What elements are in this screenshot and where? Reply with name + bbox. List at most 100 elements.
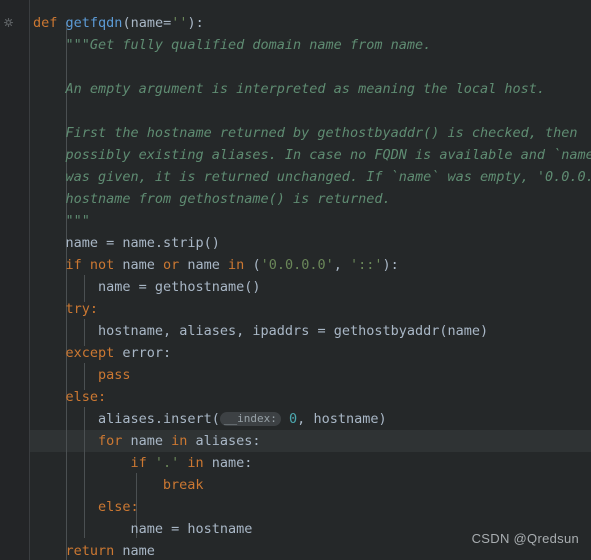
run-gear-icon[interactable] [4,18,13,27]
code-token: in [187,455,212,471]
code-line[interactable]: aliases.insert(__index: 0, hostname) [98,408,387,430]
code-token: '0.0.0.0' [260,257,334,273]
code-line[interactable]: break [163,474,204,496]
code-token: aliases [179,323,237,339]
code-token: error [122,345,164,361]
code-token: name [447,323,481,339]
parameter-hint-inlay: __index: [219,412,281,426]
code-token: , [297,411,314,427]
code-token: name [130,521,172,537]
code-line[interactable]: return name [65,540,154,560]
code-token: ) [480,323,489,339]
code-line[interactable]: if '.' in name: [130,452,252,474]
code-token: name [97,279,139,295]
code-token: = [138,279,155,295]
code-token: or [163,257,188,273]
code-line[interactable]: """Get fully qualified domain name from … [65,34,431,56]
code-token: ): [382,257,399,273]
code-line[interactable]: was given, it is returned unchanged. If … [65,166,591,188]
code-token: ( [439,323,448,339]
code-line[interactable]: First the hostname returned by gethostby… [65,122,577,144]
code-token: gethostbyaddr [333,323,440,339]
code-token: hostname [97,323,163,339]
code-token: ( [211,411,220,427]
code-token: hostname [313,411,379,427]
code-line[interactable]: for name in aliases: [98,430,261,452]
code-token: '.' [154,455,188,471]
code-token: name [187,257,229,273]
code-token: was given, it is returned unchanged. If … [65,169,591,185]
code-token: name [130,433,172,449]
code-token: name [211,455,245,471]
code-token: return [65,543,123,559]
code-token: insert [163,411,212,427]
code-token: ( [122,15,131,31]
code-token: except [65,345,123,361]
code-line[interactable]: """ [65,210,89,232]
code-line[interactable]: An empty argument is interpreted as mean… [65,78,545,100]
code-editor[interactable]: def getfqdn(name=''): """Get fully qualif… [0,0,591,560]
code-line[interactable]: hostname from gethostname() is returned. [65,188,390,210]
code-token: in [228,257,253,273]
code-token: () [203,235,220,251]
code-token: . [154,235,164,251]
code-token: name [122,543,155,559]
watermark-label: CSDN @Qredsun [471,531,579,546]
code-token: gethostname [154,279,245,295]
code-token: () [244,279,261,295]
code-token: """ [65,213,90,229]
code-line[interactable]: except error: [65,342,171,364]
code-line[interactable]: name = name.strip() [65,232,219,254]
code-token: getfqdn [65,15,123,31]
code-token: = [106,235,123,251]
code-content[interactable]: def getfqdn(name=''): """Get fully qualif… [0,0,591,560]
code-line[interactable]: try: [65,298,98,320]
code-token: ) [378,411,387,427]
code-token: ipaddrs [252,323,318,339]
code-token: name [130,15,164,31]
code-token: aliases [97,411,155,427]
code-token: for [97,433,131,449]
code-line[interactable]: possibly existing aliases. In case no FQ… [65,144,591,166]
code-token: ): [187,15,204,31]
code-token: ( [252,257,261,273]
code-token: : [163,345,172,361]
code-token: = [171,521,188,537]
code-token: aliases [195,433,253,449]
code-token: : [252,433,261,449]
code-token: First the hostname returned by gethostby… [65,125,578,141]
code-token: name [122,257,164,273]
code-line[interactable]: name = hostname [130,518,252,540]
code-token: An empty argument is interpreted as mean… [65,81,546,97]
code-token: if [130,455,155,471]
code-token: '::' [350,257,383,273]
code-token: break [162,477,204,493]
code-token: else: [97,499,139,515]
code-token: 0 [280,411,298,427]
editor-gutter[interactable] [0,0,30,560]
code-line[interactable]: hostname, aliases, ipaddrs = gethostbyad… [98,320,488,342]
code-line[interactable]: else: [65,386,106,408]
code-token: , [333,257,350,273]
code-token: """Get fully qualified domain name from … [65,37,432,53]
code-line[interactable]: if not name or name in ('0.0.0.0', '::')… [65,254,398,276]
code-line[interactable]: pass [98,364,131,386]
code-token: . [154,411,163,427]
code-token: in [171,433,196,449]
code-token: else: [65,389,107,405]
code-token: , [236,323,253,339]
code-token: strip [163,235,204,251]
code-line[interactable]: def getfqdn(name=''): [33,12,204,34]
code-token: = [163,15,172,31]
code-token: name [122,235,155,251]
code-token: hostname [187,521,253,537]
code-token: '' [171,15,188,31]
code-line[interactable]: name = gethostname() [98,276,261,298]
code-token: hostname from gethostname() is returned. [65,191,391,207]
code-line[interactable]: else: [98,496,139,518]
code-token: = [317,323,334,339]
code-token: pass [97,367,131,383]
code-token: name [65,235,107,251]
code-token: , [162,323,180,339]
